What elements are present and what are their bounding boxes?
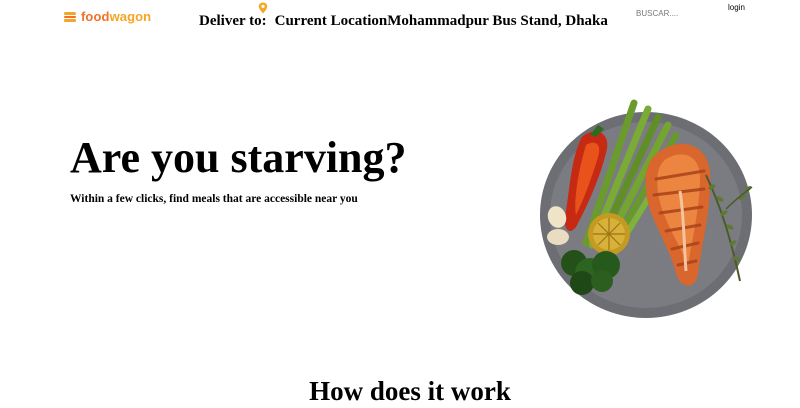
brand-name-part2: wagon xyxy=(109,9,152,24)
brand-name-part1: food xyxy=(81,9,110,24)
login-link[interactable]: login xyxy=(728,3,745,12)
brand-name: foodwagon xyxy=(81,9,151,24)
hero-title: Are you starving? xyxy=(70,133,407,182)
brand-logo[interactable]: foodwagon xyxy=(63,9,151,24)
delivery-location[interactable]: Deliver to: Current LocationMohammadpur B… xyxy=(199,13,608,30)
salmon-plate-image xyxy=(530,95,760,325)
top-navbar: foodwagon Deliver to: Current LocationMoh… xyxy=(0,0,800,40)
search-input[interactable] xyxy=(636,6,706,20)
deliver-label: Deliver to: xyxy=(199,13,267,29)
how-it-works-heading: How does it work xyxy=(309,376,511,406)
food-truck-icon xyxy=(64,11,76,22)
location-text: Current LocationMohammadpur Bus Stand, D… xyxy=(274,13,608,29)
hero-subtitle: Within a few clicks, find meals that are… xyxy=(70,193,358,205)
